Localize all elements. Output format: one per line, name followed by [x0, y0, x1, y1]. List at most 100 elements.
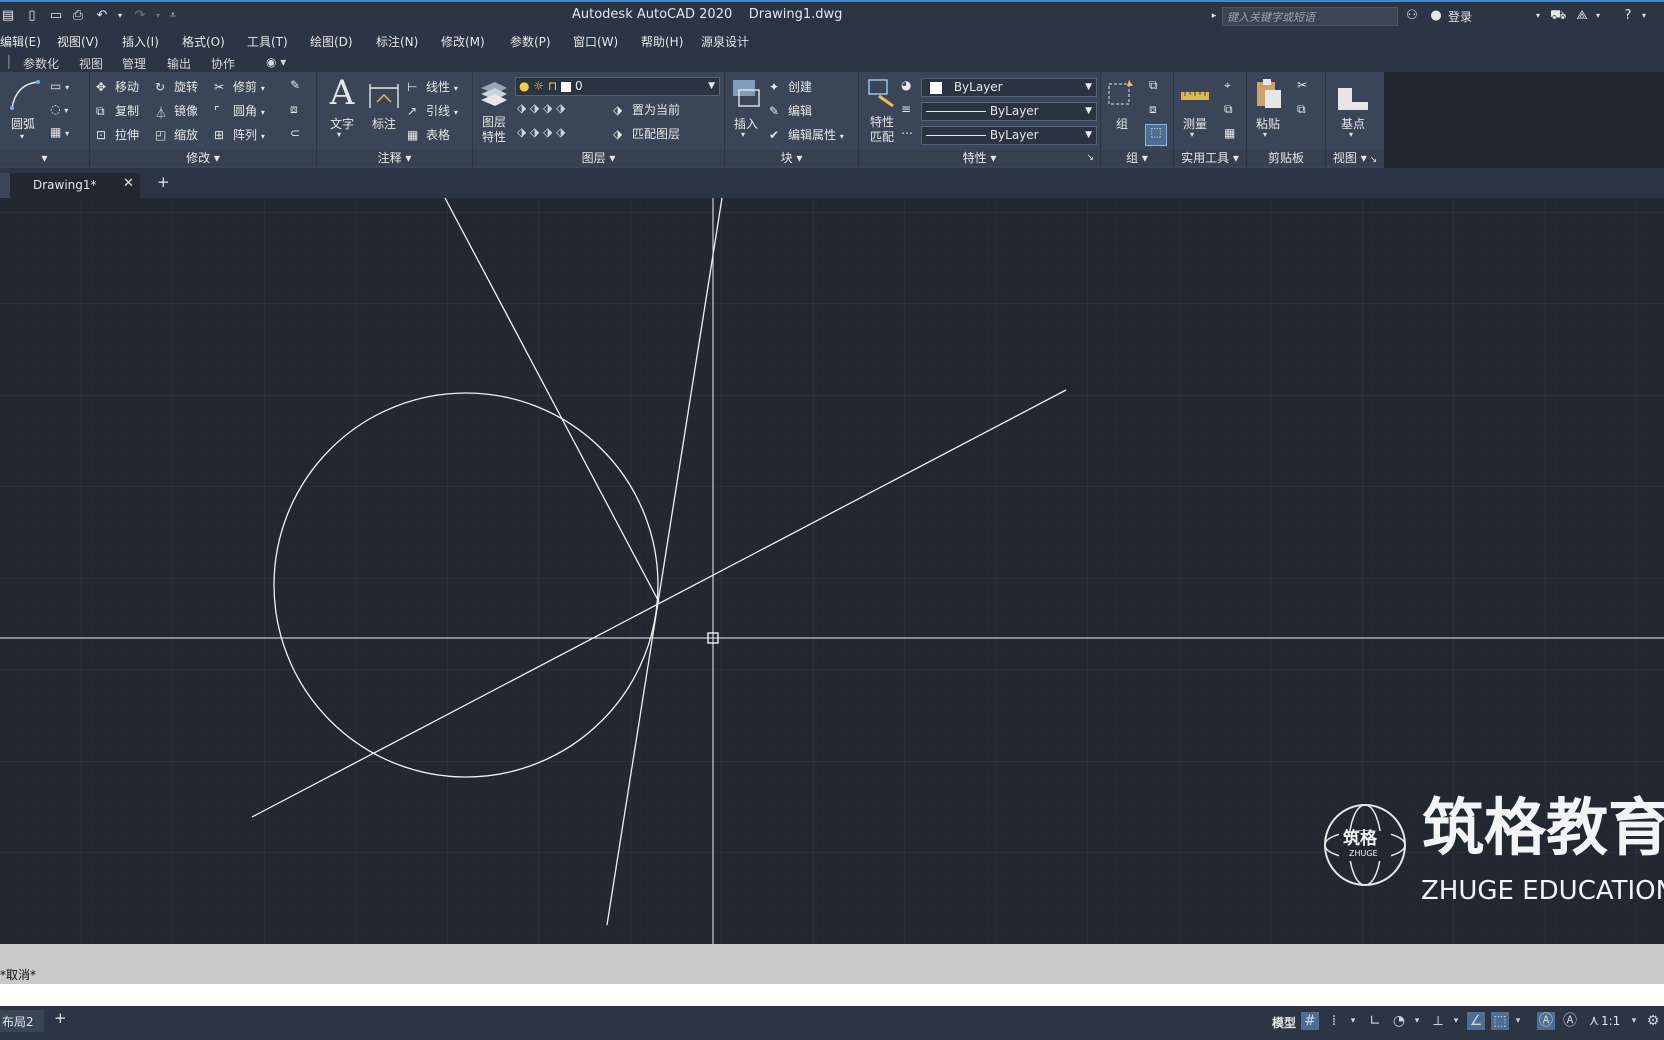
linetype-dropdown[interactable]: ByLayer ▼	[921, 102, 1097, 121]
measure-icon[interactable]	[1178, 78, 1212, 112]
drawing-tab[interactable]: Drawing1* ✕	[10, 173, 140, 198]
panel-groups-title[interactable]: 组 ▾	[1101, 150, 1173, 166]
menu-format[interactable]: 格式(O)	[182, 33, 225, 50]
paste-button[interactable]: 粘贴	[1251, 115, 1285, 132]
set-current-button[interactable]: ⬗ 置为当前	[613, 101, 680, 119]
match-properties-icon[interactable]	[865, 76, 899, 110]
trim-button[interactable]: ✂ 修剪 ▾	[214, 78, 265, 96]
print-icon[interactable]: ⎙	[70, 8, 86, 24]
base-view-dropdown-icon[interactable]: ▾	[1349, 130, 1353, 139]
stretch-button[interactable]: ⊡ 拉伸	[96, 126, 139, 144]
close-tab-icon[interactable]: ✕	[123, 176, 134, 191]
hatch-button[interactable]: ▦ ▾	[50, 125, 69, 139]
drawing-canvas[interactable]: 筑格 ZHUGE 筑格教育 ZHUGE EDUCATION	[0, 198, 1664, 944]
new-file-icon[interactable]: ▯	[24, 8, 40, 24]
paste-icon[interactable]	[1251, 76, 1285, 110]
match-properties-button[interactable]: 特性 匹配	[863, 115, 901, 145]
menu-yuanquan[interactable]: 源泉设计	[701, 33, 749, 50]
layer-properties-icon[interactable]	[477, 76, 511, 110]
array-button[interactable]: ⊞ 阵列 ▾	[214, 126, 265, 144]
model-space-button[interactable]: 模型	[1272, 1014, 1296, 1031]
move-button[interactable]: ✥ 移动	[96, 78, 139, 96]
isodraft-dropdown-icon[interactable]: ▾	[1447, 1012, 1465, 1030]
ortho-toggle-icon[interactable]: ∟	[1366, 1012, 1384, 1030]
quick-select-button[interactable]: ⧉	[1224, 102, 1233, 117]
menu-tools[interactable]: 工具(T)	[247, 33, 288, 50]
menu-help[interactable]: 帮助(H)	[641, 33, 683, 50]
paste-dropdown-icon[interactable]: ▾	[1263, 130, 1267, 139]
menu-draw[interactable]: 绘图(D)	[310, 33, 353, 50]
ellipse-button[interactable]: ◌ ▾	[50, 102, 68, 116]
group-icon[interactable]	[1105, 76, 1139, 110]
save-as-icon[interactable]: ▤	[0, 8, 16, 24]
insert-dropdown-icon[interactable]: ▾	[741, 130, 745, 139]
group-edit-button[interactable]: ⧈	[1149, 102, 1157, 117]
text-button[interactable]: 文字	[325, 115, 359, 132]
panel-annotation-title[interactable]: 注释 ▾	[317, 150, 472, 166]
annotation-scale[interactable]: 1:1	[1601, 1014, 1620, 1028]
dimension-button[interactable]: 标注	[367, 115, 401, 132]
id-point-button[interactable]: ⌖	[1224, 78, 1231, 93]
arc-label[interactable]: 圆弧	[8, 115, 38, 132]
binoculars-icon[interactable]: ⚇	[1404, 8, 1420, 24]
group-select-toggle[interactable]: ⬚	[1145, 124, 1167, 146]
login-dropdown-icon[interactable]: ▾	[1530, 8, 1546, 24]
search-expand-icon[interactable]: ▸	[1206, 8, 1222, 24]
color-wheel-icon[interactable]: ◕	[901, 78, 911, 92]
create-block-button[interactable]: ✦ 创建	[769, 78, 812, 96]
calculator-icon[interactable]: ▦	[1224, 126, 1235, 140]
polar-toggle-icon[interactable]: ◔	[1390, 1012, 1408, 1030]
panel-clipboard-title[interactable]: 剪贴板	[1247, 150, 1325, 166]
cart-icon[interactable]: ⛟	[1550, 8, 1566, 24]
arc-icon[interactable]	[8, 78, 42, 112]
group-button[interactable]: 组	[1105, 115, 1139, 132]
menu-insert[interactable]: 插入(I)	[122, 33, 159, 50]
annotation-visibility-icon[interactable]: Ⓐ	[1537, 1012, 1555, 1030]
object-snap-tracking-icon[interactable]: ∠	[1467, 1012, 1485, 1030]
object-snap-icon[interactable]: ⬚	[1491, 1012, 1509, 1030]
isodraft-icon[interactable]: ⟂	[1429, 1012, 1447, 1030]
lineweight-dropdown[interactable]: ByLayer ▼	[921, 126, 1097, 145]
text-icon[interactable]: A	[325, 76, 359, 110]
menu-edit[interactable]: 编辑(E)	[0, 33, 41, 50]
panel-layers-title[interactable]: 图层 ▾	[473, 150, 724, 166]
mirror-button[interactable]: ⏃ 镜像	[155, 102, 198, 120]
tab-output[interactable]: 输出	[167, 55, 191, 72]
linetype-icon[interactable]: ⋯	[901, 126, 913, 140]
edit-attributes-button[interactable]: ✔ 编辑属性 ▾	[769, 126, 844, 144]
copy-clip-button[interactable]: ⧉	[1297, 102, 1306, 117]
layer-dropdown[interactable]: ● ☼ ⊓ 0 ▼	[515, 77, 720, 96]
panel-properties-title[interactable]: 特性 ▾ ↘	[859, 150, 1100, 166]
menu-dimension[interactable]: 标注(N)	[376, 33, 418, 50]
panel-view-title[interactable]: 视图 ▾ ↘	[1326, 150, 1384, 166]
text-dropdown-icon[interactable]: ▾	[337, 130, 341, 139]
dimension-icon[interactable]	[367, 78, 401, 112]
a360-icon[interactable]: ⟁	[1574, 8, 1590, 24]
explode-button[interactable]: ⧈	[290, 102, 298, 117]
ungroup-button[interactable]: ⧉	[1149, 78, 1158, 93]
new-tab-icon[interactable]: +	[157, 175, 170, 190]
annotation-scale-icon[interactable]: ⋏	[1585, 1012, 1603, 1030]
menu-parameters[interactable]: 参数(P)	[510, 33, 551, 50]
undo-icon[interactable]: ↶	[94, 8, 110, 24]
leader-button[interactable]: ↗ 引线 ▾	[407, 102, 458, 120]
tab-collaborate[interactable]: 协作	[211, 55, 235, 72]
view-launcher-icon[interactable]: ↘	[1367, 155, 1378, 165]
layout-tab[interactable]: 布局2	[0, 1010, 44, 1032]
panel-modify-title[interactable]: 修改 ▾	[90, 150, 316, 166]
layer-properties-button[interactable]: 图层 特性	[475, 115, 513, 145]
scale-dropdown-icon[interactable]: ▾	[1625, 1012, 1643, 1030]
menu-modify[interactable]: 修改(M)	[441, 33, 485, 50]
rectangle-button[interactable]: ▭ ▾	[50, 79, 69, 93]
insert-block-icon[interactable]	[729, 76, 763, 110]
panel-block-title[interactable]: 块 ▾	[725, 150, 858, 166]
open-icon[interactable]: ▭	[48, 8, 64, 24]
redo-dropdown-icon[interactable]: ▾	[150, 8, 166, 24]
polar-dropdown-icon[interactable]: ▾	[1408, 1012, 1426, 1030]
undo-dropdown-icon[interactable]: ▾	[112, 8, 128, 24]
cut-button[interactable]: ✂	[1297, 78, 1307, 92]
tab-partial[interactable]: ▕	[0, 55, 9, 69]
grid-toggle-icon[interactable]: #	[1301, 1012, 1319, 1030]
layer-tools-row1[interactable]: ⬗ ⬗ ⬗ ⬗	[517, 101, 565, 115]
copy-button[interactable]: ⧉ 复制	[96, 102, 139, 120]
